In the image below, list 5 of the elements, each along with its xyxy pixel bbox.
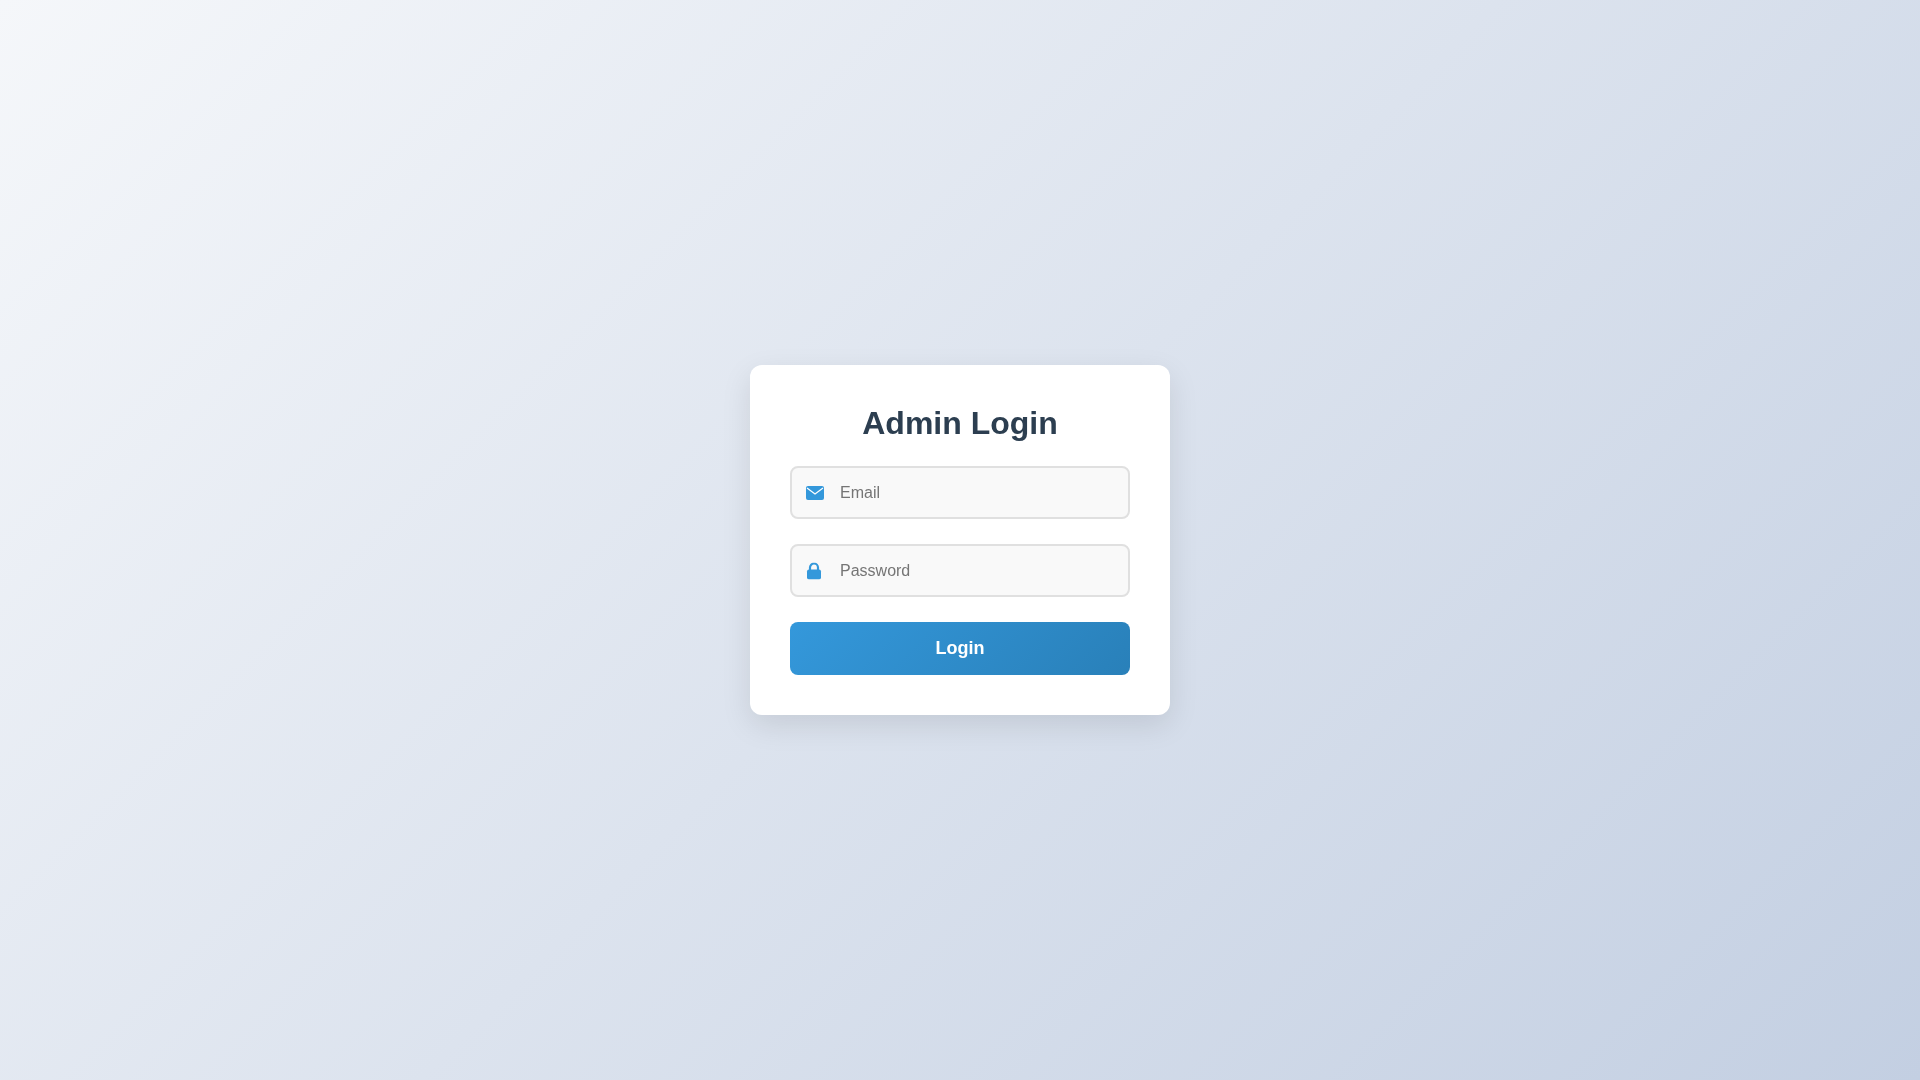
login-title: Admin Login: [861, 405, 1059, 442]
email-field[interactable]: Email: [790, 466, 1130, 519]
lock-icon: [806, 562, 822, 579]
password-field[interactable]: Password: [790, 544, 1130, 597]
login-button[interactable]: Login: [790, 622, 1130, 675]
